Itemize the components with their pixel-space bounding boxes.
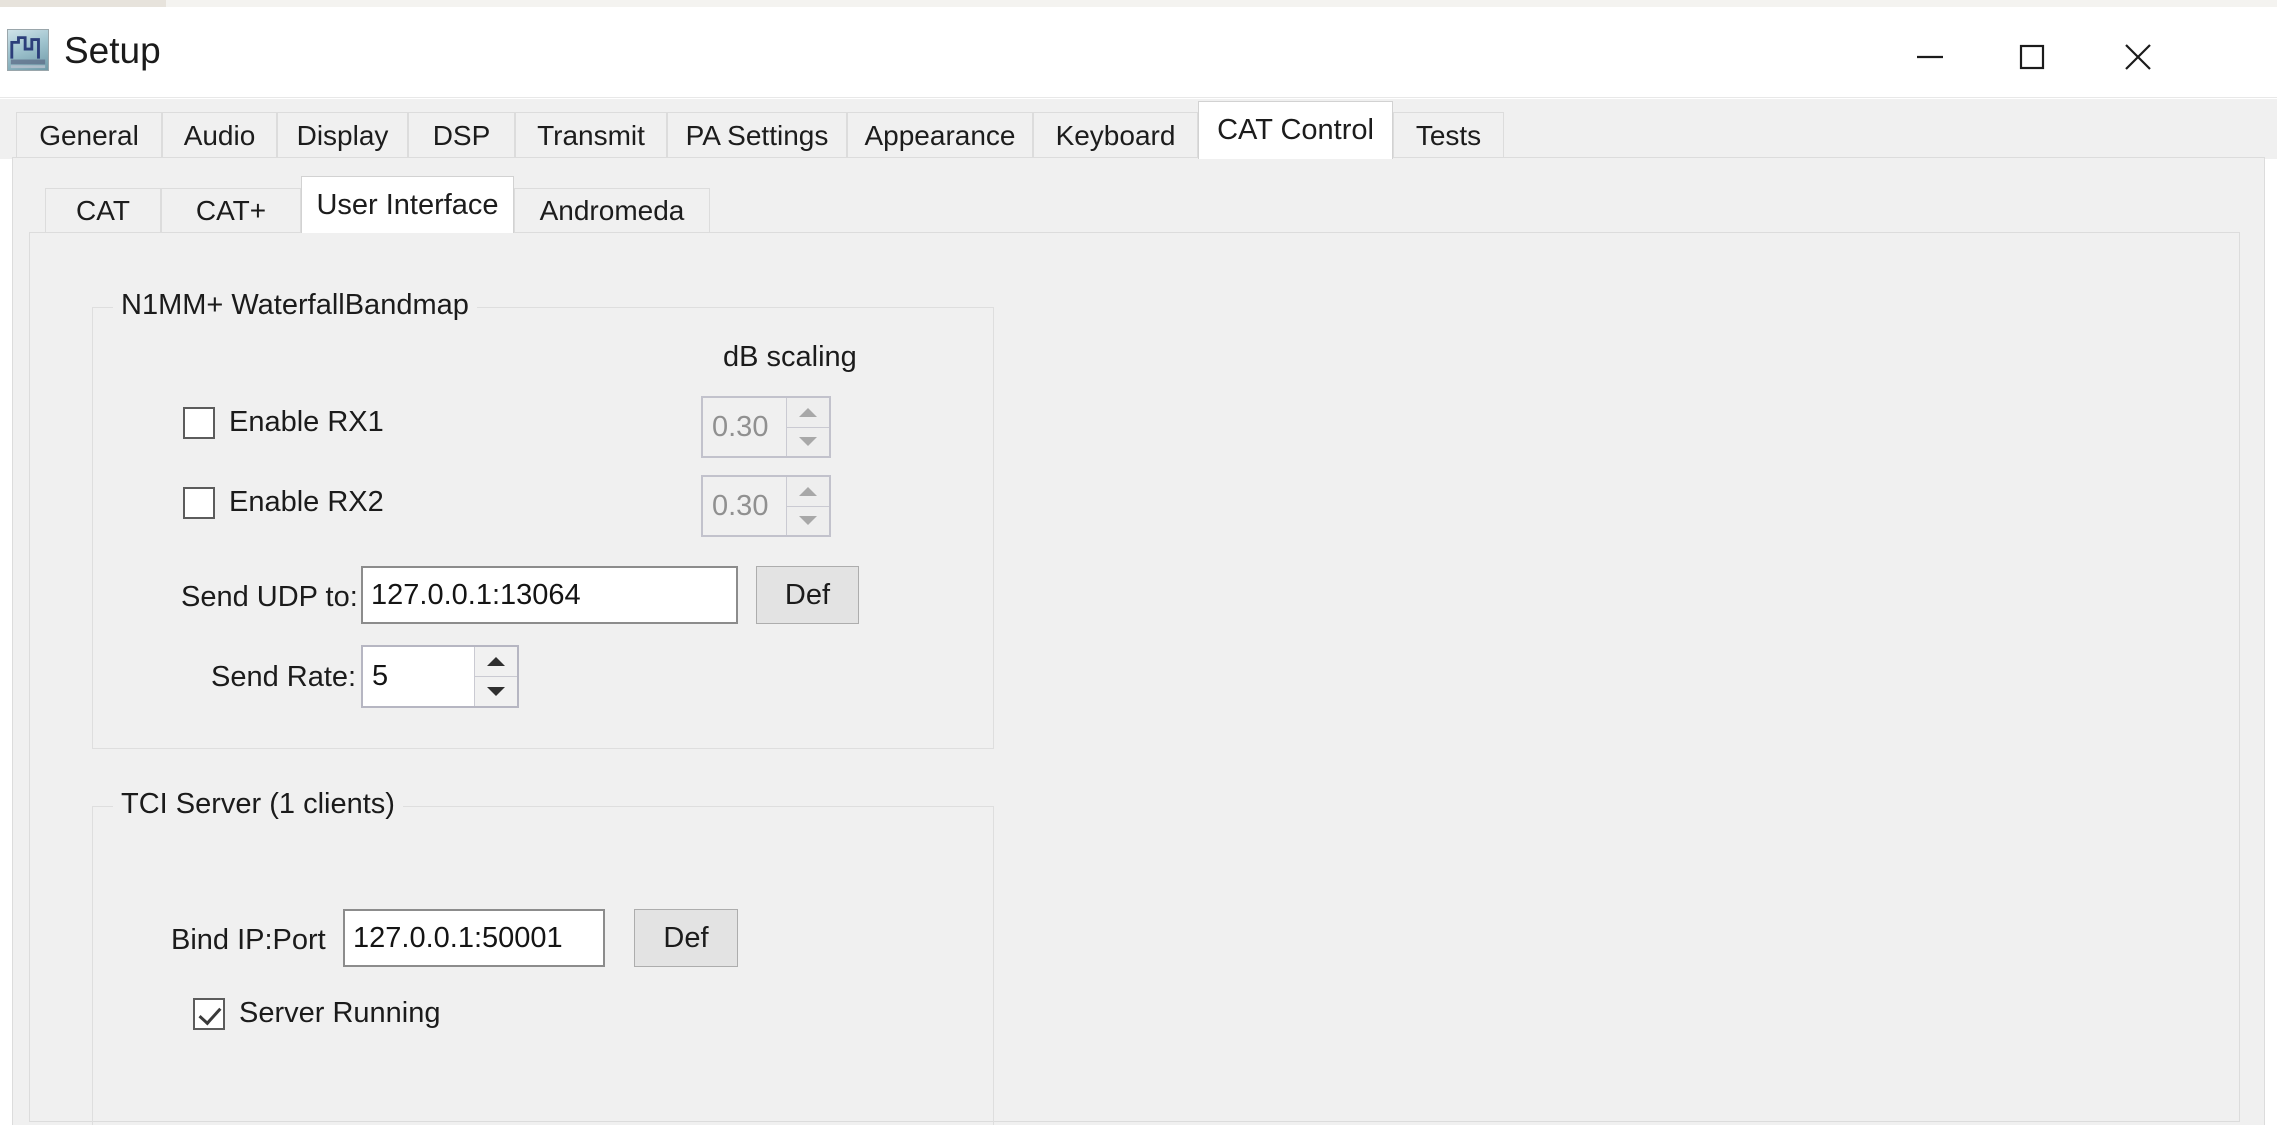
tab-transmit[interactable]: Transmit (515, 112, 667, 159)
rx1-db-scaling-spin-buttons[interactable] (786, 398, 829, 456)
send-rate-value[interactable]: 5 (363, 647, 474, 706)
tab-dsp[interactable]: DSP (408, 112, 515, 159)
sub-tab-strip: CAT CAT+ User Interface Andromeda (29, 175, 2239, 233)
n1mm-waterfall-bandmap-group: N1MM+ WaterfallBandmap dB scaling Enable… (92, 289, 994, 749)
rx2-db-scaling-spin-up-icon[interactable] (787, 477, 829, 507)
subtab-cat-plus[interactable]: CAT+ (161, 188, 301, 233)
server-running-checkbox-row[interactable]: Server Running (193, 997, 441, 1030)
enable-rx1-checkbox-row[interactable]: Enable RX1 (183, 406, 384, 439)
db-scaling-header: dB scaling (723, 341, 857, 373)
server-running-checkbox[interactable] (193, 997, 225, 1030)
tab-general[interactable]: General (16, 112, 162, 159)
rx2-db-scaling-value: 0.30 (712, 489, 769, 522)
maximize-button[interactable] (1986, 14, 2078, 99)
close-button[interactable] (2092, 14, 2184, 99)
enable-rx1-checkbox[interactable] (183, 406, 215, 439)
bind-ip-port-def-button[interactable]: Def (634, 909, 738, 967)
tab-appearance[interactable]: Appearance (847, 112, 1033, 159)
rx1-db-scaling-spinner[interactable]: 0.30 (701, 396, 831, 458)
enable-rx2-checkbox-row[interactable]: Enable RX2 (183, 486, 384, 519)
setup-window: Setup General Audio Display DSP Transmit… (0, 0, 2277, 1125)
rx1-db-scaling-value: 0.30 (712, 410, 769, 443)
background-window-edge (0, 0, 166, 7)
rx1-db-scaling-spin-up-icon[interactable] (787, 398, 829, 428)
send-rate-spin-up-icon[interactable] (475, 647, 517, 677)
tci-server-group: TCI Server (1 clients) Bind IP:Port 127.… (92, 788, 994, 1125)
send-udp-to-label: Send UDP to: (181, 581, 358, 613)
user-interface-sub-tab-page: N1MM+ WaterfallBandmap dB scaling Enable… (29, 232, 2240, 1125)
main-tab-strip: General Audio Display DSP Transmit PA Se… (0, 99, 2277, 159)
subtab-user-interface[interactable]: User Interface (301, 176, 514, 233)
bind-ip-port-label: Bind IP:Port (171, 924, 326, 956)
enable-rx2-checkbox[interactable] (183, 486, 215, 519)
send-rate-spin-buttons[interactable] (474, 647, 517, 706)
send-udp-to-input[interactable]: 127.0.0.1:13064 (361, 566, 738, 624)
rx2-db-scaling-spin-buttons[interactable] (786, 477, 829, 535)
server-running-label: Server Running (239, 997, 441, 1029)
tci-server-caption: TCI Server (1 clients) (113, 788, 403, 821)
tab-pa-settings[interactable]: PA Settings (667, 112, 847, 159)
send-udp-def-button[interactable]: Def (756, 566, 859, 624)
minimize-button[interactable] (1884, 14, 1976, 99)
tab-display[interactable]: Display (277, 112, 408, 159)
tab-cat-control[interactable]: CAT Control (1198, 101, 1393, 159)
rx2-db-scaling-spin-down-icon[interactable] (787, 507, 829, 536)
send-rate-spinner[interactable]: 5 (361, 645, 519, 708)
enable-rx2-label: Enable RX2 (229, 486, 384, 518)
send-rate-spin-down-icon[interactable] (475, 677, 517, 706)
titlebar-top-filler (166, 0, 2277, 7)
window-title: Setup (64, 30, 161, 71)
subtab-andromeda[interactable]: Andromeda (514, 188, 710, 233)
waterfall-spectrum-icon (7, 29, 49, 71)
bind-ip-port-input[interactable]: 127.0.0.1:50001 (343, 909, 605, 967)
subtab-cat[interactable]: CAT (45, 188, 161, 233)
enable-rx1-label: Enable RX1 (229, 406, 384, 438)
tab-tests[interactable]: Tests (1393, 112, 1504, 159)
send-rate-label: Send Rate: (211, 661, 357, 693)
rx2-db-scaling-spinner[interactable]: 0.30 (701, 475, 831, 537)
n1mm-waterfall-bandmap-caption: N1MM+ WaterfallBandmap (113, 289, 477, 322)
tab-audio[interactable]: Audio (162, 112, 277, 159)
tab-keyboard[interactable]: Keyboard (1033, 112, 1198, 159)
cat-control-tab-page: CAT CAT+ User Interface Andromeda N1MM+ … (12, 157, 2265, 1125)
rx1-db-scaling-spin-down-icon[interactable] (787, 428, 829, 457)
title-bar: Setup (0, 7, 2277, 98)
